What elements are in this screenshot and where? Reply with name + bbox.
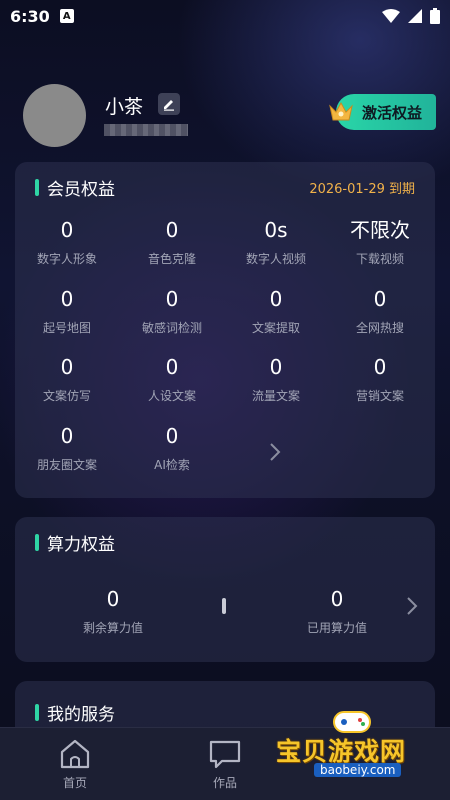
used-compute-value: 0 — [330, 587, 344, 611]
used-compute: 0 已用算力值 — [285, 587, 389, 636]
benefit-label: 下载视频 — [355, 252, 404, 266]
benefit-item[interactable]: 0 文案仿写 — [15, 355, 119, 404]
tab-home[interactable]: 首页 — [35, 738, 115, 791]
watermark-url: baobeiy.com — [314, 763, 402, 777]
compute-benefits-header: 算力权益 — [15, 517, 435, 567]
status-bar: 6:30 A — [0, 0, 450, 32]
notification-icon: A — [59, 9, 74, 23]
benefit-label: 数字人形象 — [36, 252, 97, 266]
benefit-item[interactable]: 0 音色克隆 — [120, 218, 224, 267]
benefit-value: 0 — [373, 287, 387, 311]
benefit-value: 0 — [60, 218, 74, 242]
tab-works[interactable]: 作品 — [185, 738, 265, 791]
benefit-value: 不限次 — [350, 218, 410, 242]
benefit-value: 0 — [165, 287, 179, 311]
home-icon — [60, 739, 90, 769]
benefit-value: 0 — [165, 424, 179, 448]
benefit-item[interactable]: 0 文案提取 — [224, 287, 328, 336]
activate-label: 激活权益 — [362, 103, 423, 122]
remaining-compute-label: 剩余算力值 — [82, 621, 143, 635]
benefit-label: 音色克隆 — [147, 252, 196, 266]
avatar[interactable] — [23, 84, 86, 147]
used-compute-label: 已用算力值 — [306, 621, 367, 635]
benefit-label: 数字人视频 — [245, 252, 306, 266]
benefit-value: 0 — [165, 355, 179, 379]
benefit-label: 起号地图 — [42, 321, 91, 335]
benefit-label: 敏感词检测 — [141, 321, 202, 335]
member-benefits-card: 会员权益 2026-01-29 到期 0 数字人形象 0 音色克隆 0s 数字人视频 … — [15, 162, 435, 498]
tab-works-label: 作品 — [212, 776, 237, 790]
section-accent-bar — [35, 178, 39, 196]
benefit-value: 0 — [60, 424, 74, 448]
benefit-item[interactable]: 0s 数字人视频 — [224, 218, 328, 267]
profile-header: 小茶 激活权益 — [0, 80, 450, 160]
benefit-value: 0 — [60, 355, 74, 379]
benefit-item[interactable]: 0 人设文案 — [120, 355, 224, 404]
benefit-value: 0 — [269, 287, 283, 311]
pencil-icon — [164, 100, 174, 111]
edit-name-button[interactable] — [158, 93, 180, 115]
benefit-item[interactable]: 0 流量文案 — [224, 355, 328, 404]
expiry-date: 2026-01-29 到期 — [309, 182, 415, 197]
benefit-value: 0 — [269, 355, 283, 379]
user-id-masked — [104, 124, 188, 136]
status-time: 6:30 — [10, 6, 50, 26]
chat-icon — [209, 740, 241, 769]
benefit-item[interactable]: 0 朋友圈文案 — [15, 424, 119, 473]
compute-detail-chevron-icon[interactable] — [406, 596, 418, 616]
benefit-value: 0s — [264, 218, 288, 242]
user-name: 小茶 — [105, 96, 144, 118]
more-benefits-chevron-icon[interactable] — [269, 442, 281, 462]
benefit-value: 0 — [165, 218, 179, 242]
benefit-label: AI检索 — [154, 458, 190, 472]
remaining-compute-value: 0 — [106, 587, 120, 611]
benefit-item[interactable]: 0 起号地图 — [15, 287, 119, 336]
benefit-item[interactable]: 0 AI检索 — [120, 424, 224, 473]
section-accent-bar — [35, 533, 39, 551]
benefit-label: 流量文案 — [251, 389, 300, 403]
remaining-compute: 0 剩余算力值 — [61, 587, 165, 636]
benefit-item[interactable]: 0 营销文案 — [328, 355, 432, 404]
benefit-item[interactable]: 0 敏感词检测 — [120, 287, 224, 336]
benefit-label: 文案仿写 — [42, 389, 91, 403]
wifi-icon — [382, 9, 400, 23]
benefit-item[interactable]: 0 全网热搜 — [328, 287, 432, 336]
watermark-logo: 宝贝游戏网 baobeiy.com — [272, 706, 442, 786]
benefit-label: 朋友圈文案 — [36, 458, 97, 472]
member-benefits-title: 会员权益 — [47, 179, 115, 200]
benefit-label: 全网热搜 — [355, 321, 404, 335]
benefit-item[interactable]: 不限次 下载视频 — [328, 218, 432, 267]
section-accent-bar — [35, 703, 39, 721]
my-services-title: 我的服务 — [47, 704, 115, 725]
benefit-value: 0 — [60, 287, 74, 311]
battery-icon — [430, 8, 440, 24]
benefit-value: 0 — [373, 355, 387, 379]
tab-home-label: 首页 — [62, 776, 87, 790]
compute-benefits-title: 算力权益 — [47, 534, 115, 555]
signal-icon — [408, 9, 422, 23]
compute-divider — [222, 598, 226, 614]
benefit-label: 文案提取 — [251, 321, 300, 335]
benefit-label: 人设文案 — [147, 389, 196, 403]
compute-benefits-card: 算力权益 0 剩余算力值 0 已用算力值 — [15, 517, 435, 662]
crown-icon — [329, 101, 353, 121]
benefit-label: 营销文案 — [355, 389, 404, 403]
benefit-item[interactable]: 0 数字人形象 — [15, 218, 119, 267]
